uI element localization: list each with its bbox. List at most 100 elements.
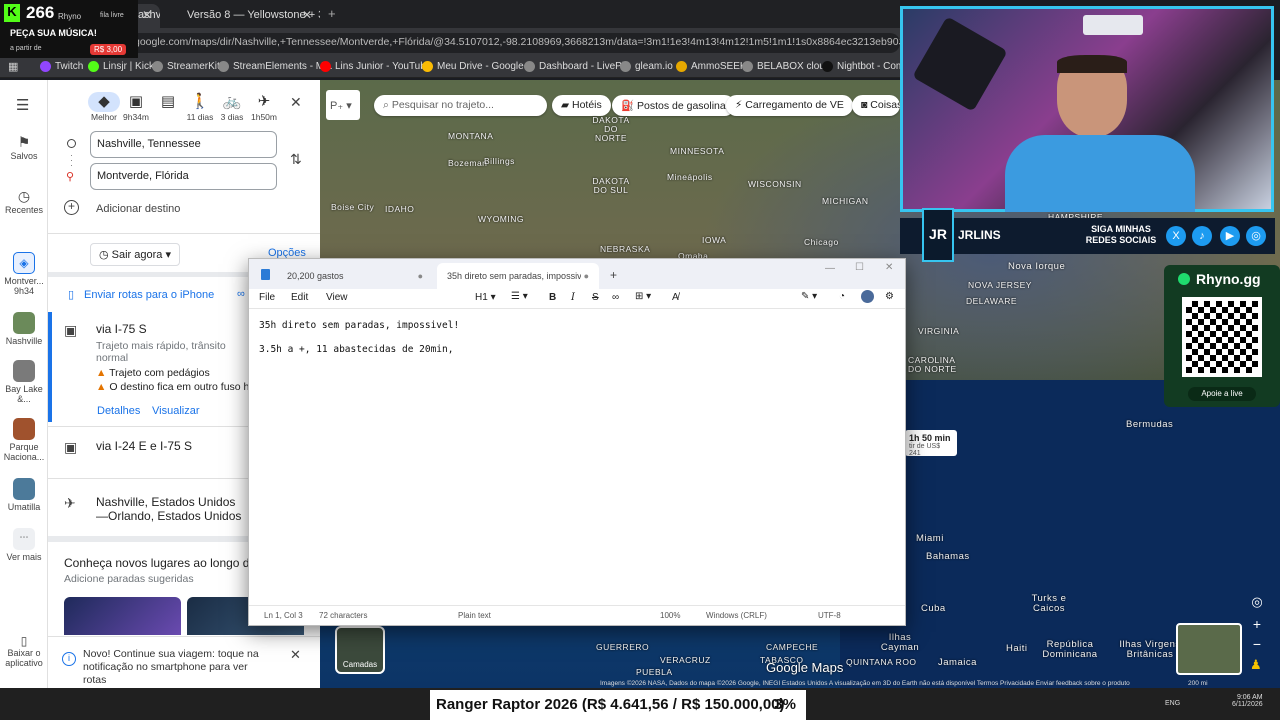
notepad-tab-active[interactable]: 35h direto sem paradas, impossivel ●	[437, 263, 599, 289]
system-clock[interactable]: 9:06 AM 6/11/2026	[1232, 694, 1263, 708]
travel-mode-button[interactable]: P₊ ▾	[326, 90, 360, 120]
mode-transit[interactable]: ▤	[152, 92, 184, 112]
bookmark-belabox[interactable]: BELABOX cloud	[742, 61, 830, 72]
add-destination-link[interactable]: Adicionar destino	[96, 203, 180, 215]
route-search-input[interactable]: ⌕ Pesquisar no trajeto...	[374, 95, 547, 116]
menu-view[interactable]: View	[326, 292, 348, 303]
mode-walk[interactable]: 🚶 11 dias	[184, 92, 216, 122]
car-icon: ▣	[64, 322, 78, 338]
close-tab-icon[interactable]: ✕	[302, 8, 312, 22]
pegman-icon[interactable]: ♟	[1250, 657, 1262, 673]
streamer	[1005, 55, 1195, 212]
bookmark-streamelements[interactable]: StreamElements - M...	[218, 61, 332, 72]
close-window-button[interactable]: ✕	[885, 262, 893, 273]
flight-duration-callout[interactable]: 1h 50 min tir de US$ 241	[905, 430, 957, 457]
menu-file[interactable]: File	[259, 292, 275, 303]
chip-things[interactable]: ◙ Coisas	[852, 95, 900, 116]
strikethrough-icon[interactable]: S	[592, 292, 599, 303]
map-label: MONTANA	[448, 131, 494, 141]
zoom-in-button[interactable]: +	[1248, 616, 1266, 634]
origin-input[interactable]: Nashville, Tennessee	[90, 131, 277, 158]
bookmark-drive[interactable]: Meu Drive - Google...	[422, 61, 532, 72]
bookmark-streamerkit[interactable]: StreamerKit	[152, 61, 220, 72]
bookmark-gleam[interactable]: gleam.io	[620, 61, 673, 72]
rail-current-route[interactable]: ◈ Montver... 9h34	[0, 252, 48, 296]
keyboard-language[interactable]: ENG	[1165, 700, 1180, 707]
suggestion-card[interactable]	[64, 597, 181, 635]
zoom-out-button[interactable]: −	[1248, 636, 1266, 654]
bold-icon[interactable]: B	[549, 292, 556, 303]
text-line[interactable]: 35h direto sem paradas, impossivel!	[259, 320, 459, 331]
mode-bike[interactable]: 🚲 3 dias	[216, 92, 248, 122]
rail-saved[interactable]: ⚑ Salvos	[0, 134, 48, 161]
bookmark-twitch[interactable]: Twitch	[40, 61, 83, 72]
map-label: Bahamas	[926, 551, 970, 562]
link-icon[interactable]: ∞	[237, 288, 245, 300]
mode-flight[interactable]: ✈ 1h50m	[248, 92, 280, 122]
details-link[interactable]: Detalhes	[97, 405, 140, 417]
italic-icon[interactable]: I	[571, 292, 575, 303]
close-tab-icon[interactable]: ✕	[142, 8, 152, 22]
street-view-preview[interactable]	[1176, 623, 1242, 675]
add-destination-icon[interactable]: +	[64, 200, 79, 215]
notification-icon[interactable]: ◔	[839, 291, 845, 302]
layers-button[interactable]: Camadas	[335, 626, 385, 674]
view-link[interactable]: Visualizar	[152, 405, 200, 417]
map-label: Turks e Caicos	[1031, 593, 1067, 614]
charging-icon: ⚡	[735, 99, 743, 111]
rail-more[interactable]: ⋯ Ver mais	[0, 528, 48, 562]
minimize-button[interactable]: —	[825, 263, 835, 274]
rail-place-nashville[interactable]: Nashville	[0, 312, 48, 346]
close-notice-icon[interactable]: ✕	[290, 647, 301, 663]
flight-route-title[interactable]: Nashville, Estados Unidos—Orlando, Estad…	[96, 495, 246, 523]
bookmark-youtube[interactable]: Lins Junior - YouTube	[320, 61, 431, 72]
bookmark-nightbot[interactable]: Nightbot - Comm	[822, 61, 913, 72]
browser-tab-notes[interactable]: Versão 8 — Yellowstone + 3 dia ✕	[165, 4, 320, 28]
send-to-phone-link[interactable]: Enviar rotas para o iPhone	[84, 289, 214, 301]
bookmark-kick[interactable]: Linsjr | Kick	[88, 61, 154, 72]
list-icon[interactable]: ☰ ▾	[511, 291, 528, 302]
notepad-new-tab-button[interactable]: +	[610, 268, 617, 282]
destination-input[interactable]: Montverde, Flórida	[90, 163, 277, 190]
divider	[48, 233, 320, 234]
line-ending[interactable]: Windows (CRLF)	[706, 611, 767, 620]
rail-place-umatilla[interactable]: Umatilla	[0, 478, 48, 512]
heading-select[interactable]: H1 ▾	[475, 292, 496, 303]
text-line[interactable]: 3.5h a +, 11 abastecidas de 20min,	[259, 344, 453, 355]
close-directions-icon[interactable]: ✕	[290, 94, 302, 111]
zoom-level[interactable]: 100%	[660, 611, 680, 620]
rail-place-parque[interactable]: Parque Naciona...	[0, 418, 48, 462]
rail-download-app[interactable]: ▯ Baixar o aplicativo	[0, 634, 48, 668]
toll-warning: ▲ Trajeto com pedágios	[96, 367, 210, 379]
route-title[interactable]: via I-75 S	[96, 322, 147, 336]
chip-gas[interactable]: ⛽ Postos de gasolina	[612, 95, 735, 116]
address-bar[interactable]: google.com/maps/dir/Nashville,+Tennessee…	[90, 33, 900, 53]
chip-hotels[interactable]: ▰ Hotéis	[552, 95, 611, 116]
settings-gear-icon[interactable]: ⚙	[885, 291, 894, 302]
format-indicator[interactable]: Plain text	[458, 611, 491, 620]
chip-ev-charging[interactable]: ⚡ Carregamento de VE	[726, 95, 853, 116]
menu-edit[interactable]: Edit	[291, 292, 308, 303]
encoding[interactable]: UTF-8	[818, 611, 841, 620]
bookmark-ammoseek[interactable]: AmmoSEEK	[676, 61, 747, 72]
bookmark-livepix[interactable]: Dashboard - LivePix	[524, 61, 629, 72]
link-icon[interactable]: ∞	[612, 292, 619, 303]
clear-format-icon[interactable]: A̸	[672, 292, 679, 303]
table-icon[interactable]: ⊞ ▾	[635, 291, 651, 302]
notepad-tab-gastos[interactable]: 20,200 gastos ●	[277, 263, 433, 289]
maximize-button[interactable]: ☐	[855, 262, 864, 273]
depart-time-select[interactable]: ◷ Sair agora ▾	[90, 243, 180, 266]
swap-icon[interactable]: ⇅	[290, 151, 302, 168]
mode-best[interactable]: ◆ Melhor	[88, 92, 120, 122]
my-location-icon[interactable]: ◎	[1248, 594, 1266, 612]
rail-place-baylake[interactable]: Bay Lake &...	[0, 360, 48, 404]
rail-recent[interactable]: ◷ Recentes	[0, 188, 48, 215]
discover-subtitle: Adicione paradas sugeridas	[64, 573, 194, 585]
ai-rewrite-icon[interactable]: ✎ ▾	[801, 291, 817, 302]
route-title[interactable]: via I-24 E e I-75 S	[96, 439, 192, 453]
new-tab-button[interactable]: +	[328, 6, 336, 21]
menu-icon[interactable]: ☰	[16, 96, 29, 114]
account-avatar[interactable]	[861, 290, 874, 303]
apps-icon[interactable]: ▦	[8, 60, 18, 73]
mode-car[interactable]: ▣ 9h34m	[120, 92, 152, 122]
